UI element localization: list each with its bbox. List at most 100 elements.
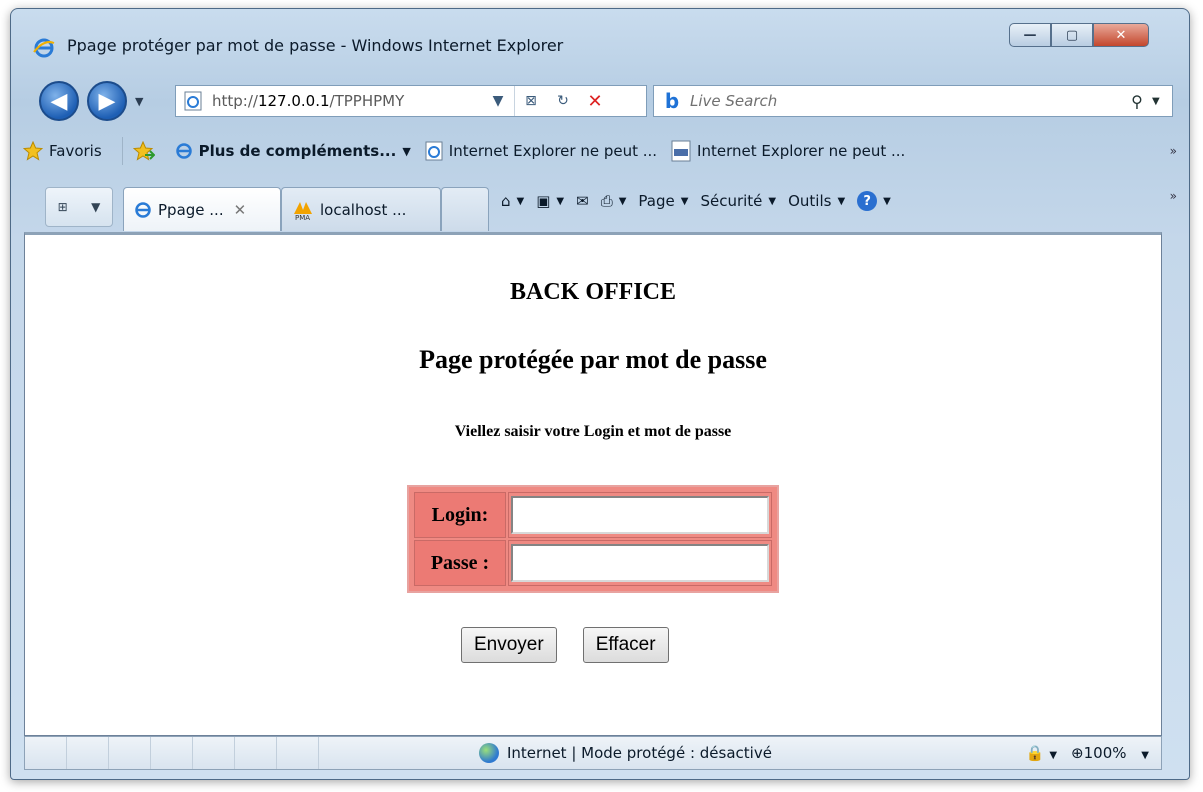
- forward-button[interactable]: ▶: [87, 81, 127, 121]
- status-segment: [277, 737, 319, 769]
- status-segment: [151, 737, 193, 769]
- status-segment: [193, 737, 235, 769]
- password-row: Passe :: [413, 539, 773, 587]
- tab-row: ⊞ ▼ Ppage ... ✕ PMA localhost ... ⌂ ▼ ▣ ▼ …: [13, 177, 1187, 239]
- live-search-logo-icon: b: [664, 89, 680, 113]
- status-segment: [67, 737, 109, 769]
- address-row: ◀ ▶ ▼ http://127.0.0.1/TPPHPMY ▼ ⊠ ↻ ✕ b…: [11, 75, 1189, 127]
- close-tab-icon[interactable]: ✕: [234, 201, 247, 219]
- password-label: Passe :: [414, 540, 506, 586]
- phpmyadmin-icon: PMA: [292, 200, 314, 220]
- favorites-bar: Favoris Plus de compléments... ▼ Interne…: [13, 129, 1187, 173]
- password-input[interactable]: [511, 544, 769, 582]
- mail-button[interactable]: ✉: [576, 192, 589, 210]
- print-dropdown-icon: ▼: [618, 195, 627, 207]
- favorite-link-2[interactable]: Internet Explorer ne peut ...: [671, 140, 905, 162]
- password-input-cell: [508, 540, 772, 586]
- favorite-link-2-label: Internet Explorer ne peut ...: [697, 142, 906, 160]
- refresh-icon[interactable]: ↻: [547, 86, 579, 116]
- overflow-chevron-icon[interactable]: »: [1170, 189, 1177, 203]
- login-input-cell: [508, 492, 772, 538]
- favorites-label: Favoris: [49, 142, 102, 160]
- form-buttons: Envoyer Effacer: [461, 627, 669, 663]
- tab-list-dropdown-icon: ▼: [91, 200, 101, 214]
- rss-feed-icon: ▣: [536, 192, 551, 210]
- home-button[interactable]: ⌂ ▼: [501, 192, 524, 210]
- back-arrow-icon: ◀: [50, 88, 68, 114]
- quick-tabs-icon: ⊞: [57, 200, 68, 214]
- address-url[interactable]: http://127.0.0.1/TPPHPMY: [212, 92, 482, 110]
- stop-icon[interactable]: ✕: [579, 86, 611, 116]
- feeds-dropdown-icon: ▼: [556, 195, 565, 207]
- page-icon: [182, 90, 204, 112]
- submit-button[interactable]: Envoyer: [461, 627, 557, 663]
- search-options-dropdown-icon[interactable]: ▼: [1152, 96, 1172, 107]
- zoom-dropdown-icon: ▼: [1141, 750, 1149, 761]
- compatibility-view-icon[interactable]: ⊠: [515, 86, 547, 116]
- zoom-button[interactable]: ⊕100% ▼: [1071, 744, 1149, 762]
- page-icon: [425, 141, 443, 161]
- login-input[interactable]: [511, 496, 769, 534]
- ie-logo-icon: [33, 37, 55, 59]
- quick-tabs-button[interactable]: ⊞ ▼: [45, 187, 113, 227]
- help-dropdown-icon: ▼: [883, 195, 891, 207]
- address-dropdown-icon[interactable]: ▼: [482, 86, 514, 116]
- reset-button[interactable]: Effacer: [582, 627, 669, 663]
- forward-arrow-icon: ▶: [98, 88, 116, 114]
- page-subheading: Page protégée par mot de passe: [419, 345, 767, 374]
- login-label: Login:: [414, 492, 506, 538]
- tab-localhost[interactable]: PMA localhost ...: [281, 187, 441, 231]
- protected-mode-button[interactable]: 🔒 ▼: [1026, 744, 1057, 762]
- help-button[interactable]: ? ▼: [857, 191, 891, 211]
- new-tab-button[interactable]: [441, 187, 489, 231]
- search-icon[interactable]: ⚲: [1122, 92, 1152, 111]
- zone-label: Internet | Mode protégé : désactivé: [507, 744, 772, 762]
- close-button[interactable]: ✕: [1093, 23, 1149, 47]
- printer-icon: ⎙: [600, 192, 613, 210]
- login-form: Login: Passe :: [407, 485, 779, 593]
- chevron-down-icon: ▼: [680, 195, 689, 207]
- login-row: Login:: [413, 491, 773, 539]
- back-button[interactable]: ◀: [39, 81, 79, 121]
- svg-text:PMA: PMA: [295, 214, 310, 220]
- ie-logo-icon: [175, 142, 193, 160]
- status-segment: [235, 737, 277, 769]
- command-bar: ⌂ ▼ ▣ ▼ ✉ ⎙ ▼ Page ▼ Sécurité ▼ Outils ▼ ? ▼: [501, 191, 903, 211]
- history-dropdown-icon[interactable]: ▼: [135, 95, 147, 108]
- page-heading: BACK OFFICE: [509, 279, 676, 305]
- help-icon: ?: [857, 191, 878, 211]
- globe-icon: [479, 743, 499, 763]
- status-segment: [109, 737, 151, 769]
- page-menu-label: Page: [638, 192, 675, 210]
- more-addons-label: Plus de compléments...: [198, 142, 397, 160]
- favorite-link-1[interactable]: Internet Explorer ne peut ...: [425, 141, 657, 161]
- security-menu-label: Sécurité: [700, 192, 763, 210]
- favorites-button[interactable]: Favoris: [23, 141, 102, 161]
- home-icon: ⌂: [501, 192, 511, 210]
- maximize-button[interactable]: ▢: [1051, 23, 1093, 47]
- search-input[interactable]: Live Search: [690, 92, 1122, 110]
- mail-icon: ✉: [576, 192, 589, 210]
- zoom-level: 100%: [1083, 744, 1127, 762]
- tab-ppage[interactable]: Ppage ... ✕: [123, 187, 281, 231]
- add-to-favorites-button[interactable]: [132, 141, 161, 161]
- page-content: BACK OFFICE Page protégée par mot de pas…: [24, 232, 1162, 736]
- php-file-icon: [671, 140, 691, 162]
- feeds-button[interactable]: ▣ ▼: [536, 192, 564, 210]
- title-bar: Ppage protéger par mot de passe - Window…: [11, 9, 1189, 79]
- favorite-link-1-label: Internet Explorer ne peut ...: [448, 142, 658, 160]
- minimize-button[interactable]: —: [1009, 23, 1051, 47]
- search-box[interactable]: b Live Search ⚲ ▼: [653, 85, 1173, 117]
- address-bar[interactable]: http://127.0.0.1/TPPHPMY ▼ ⊠ ↻ ✕: [175, 85, 647, 117]
- print-button[interactable]: ⎙ ▼: [601, 192, 627, 210]
- page-menu[interactable]: Page ▼: [638, 192, 688, 210]
- chevron-down-icon: ▼: [1049, 750, 1058, 761]
- overflow-chevron-icon[interactable]: »: [1170, 144, 1177, 158]
- tab-label: Ppage ...: [158, 200, 224, 219]
- more-addons-link[interactable]: Plus de compléments... ▼: [175, 142, 411, 160]
- home-dropdown-icon: ▼: [516, 195, 525, 207]
- tools-menu[interactable]: Outils ▼: [788, 192, 845, 210]
- security-zone[interactable]: Internet | Mode protégé : désactivé: [479, 743, 772, 763]
- add-favorite-star-icon: [132, 141, 155, 161]
- security-menu[interactable]: Sécurité ▼: [700, 192, 776, 210]
